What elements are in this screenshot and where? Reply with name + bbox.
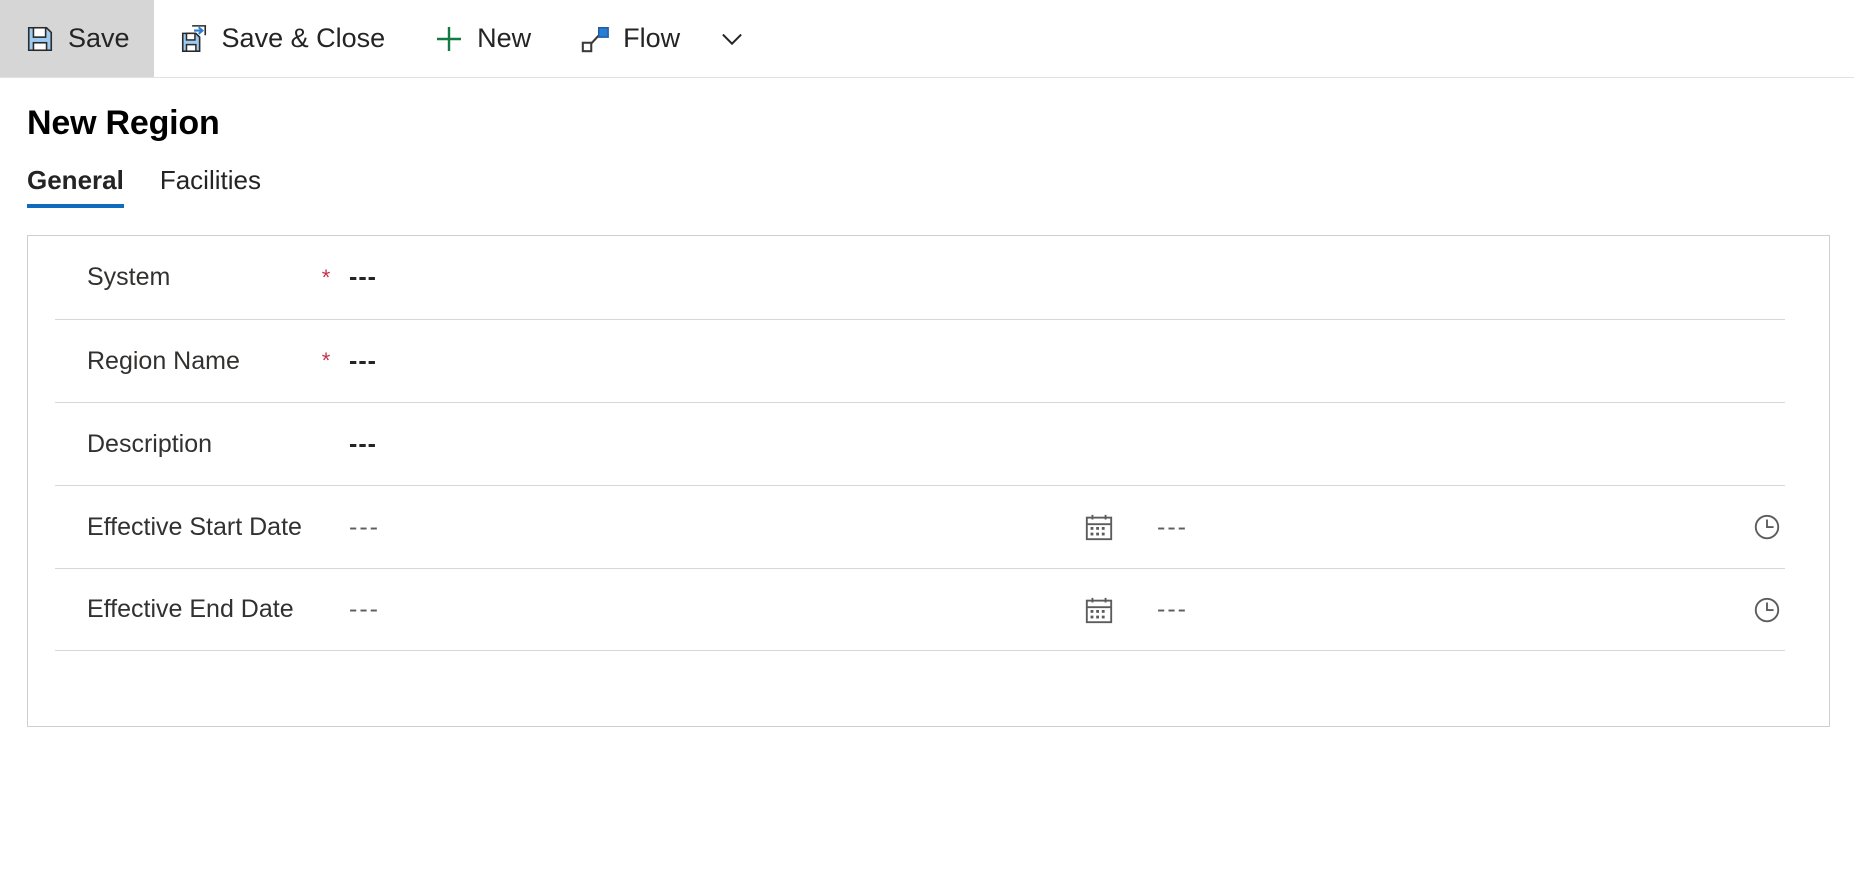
field-time-value-effective-end-date[interactable]: --- <box>1157 595 1188 624</box>
datetime-group-effective-start-date: --- --- <box>341 509 1785 545</box>
field-time-value-effective-start-date[interactable]: --- <box>1157 513 1188 542</box>
tab-general[interactable]: General <box>27 165 124 208</box>
form-row-description: Description --- <box>55 402 1785 485</box>
field-label-effective-end-date: Effective End Date <box>87 595 294 623</box>
field-label-region-name: Region Name <box>87 346 240 375</box>
flow-button[interactable]: Flow <box>555 0 704 77</box>
field-value-description[interactable]: --- <box>341 430 377 459</box>
field-label-system: System <box>87 263 171 291</box>
command-bar: Save Save & Close New Flow <box>0 0 1854 78</box>
tab-general-label: General <box>27 165 124 195</box>
save-button-label: Save <box>68 23 130 53</box>
form-row-effective-start-date: Effective Start Date --- --- <box>55 485 1785 568</box>
clock-icon[interactable] <box>1749 509 1785 545</box>
save-and-close-icon <box>178 23 210 55</box>
form-row-effective-end-date: Effective End Date --- --- <box>55 568 1785 651</box>
page-title: New Region <box>27 104 220 142</box>
new-button-label: New <box>477 23 532 53</box>
form-row-region-name: Region Name * --- <box>55 319 1785 402</box>
field-value-region-name[interactable]: --- <box>341 347 377 376</box>
field-value-system[interactable]: --- <box>341 263 377 292</box>
required-indicator-region-name: * <box>321 348 331 373</box>
date-part-effective-end-date[interactable]: --- <box>341 595 1081 624</box>
field-label-effective-start-date: Effective Start Date <box>87 512 302 541</box>
save-and-close-button[interactable]: Save & Close <box>154 0 410 77</box>
flow-icon <box>579 23 611 55</box>
datetime-group-effective-end-date: --- --- <box>341 592 1785 628</box>
date-part-effective-start-date[interactable]: --- <box>341 513 1081 542</box>
form-row-system: System * --- <box>55 236 1785 319</box>
flow-button-label: Flow <box>623 23 681 53</box>
clock-icon[interactable] <box>1749 592 1785 628</box>
field-value-effective-start-date[interactable]: --- <box>341 513 380 542</box>
new-button[interactable]: New <box>409 0 555 77</box>
calendar-icon[interactable] <box>1081 592 1117 628</box>
tab-strip: General Facilities <box>27 165 1854 208</box>
save-floppy-icon <box>24 23 56 55</box>
field-value-effective-end-date[interactable]: --- <box>341 595 380 624</box>
tab-facilities-label: Facilities <box>159 165 261 195</box>
tab-facilities[interactable]: Facilities <box>160 165 261 208</box>
required-indicator-system: * <box>321 264 331 290</box>
save-and-close-button-label: Save & Close <box>221 23 386 53</box>
overflow-chevron-down-button[interactable] <box>704 0 760 77</box>
calendar-icon[interactable] <box>1081 509 1117 545</box>
field-label-description: Description <box>87 429 213 458</box>
chevron-down-icon <box>716 23 748 55</box>
general-form-card: System * --- Region Name * --- Descripti… <box>27 235 1830 727</box>
save-button[interactable]: Save <box>0 0 154 77</box>
plus-icon <box>433 23 465 55</box>
form-field-list: System * --- Region Name * --- Descripti… <box>28 236 1829 651</box>
